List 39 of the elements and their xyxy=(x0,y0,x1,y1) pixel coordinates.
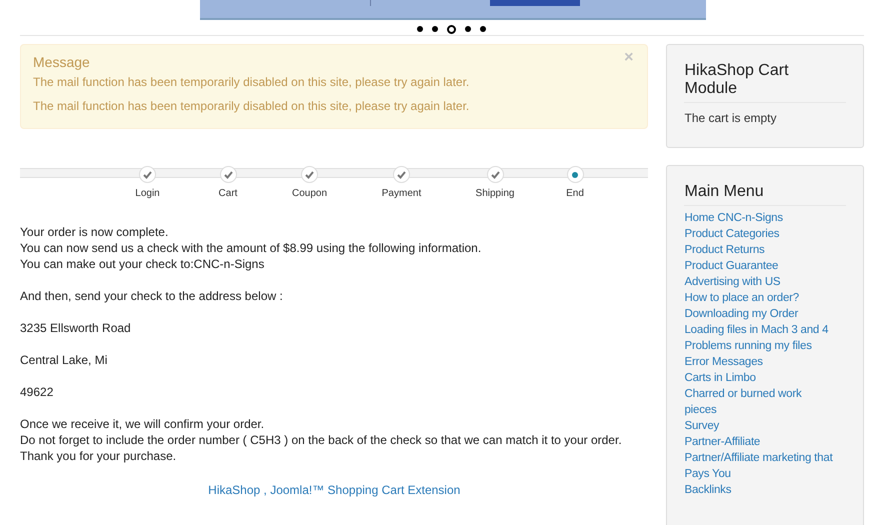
footer-link[interactable]: HikaShop , Joomla!™ Shopping Cart Extension xyxy=(208,483,460,497)
menu-link[interactable]: Product Guarantee xyxy=(684,258,834,274)
step-label: Login xyxy=(135,188,160,200)
menu-link[interactable]: Loading files in Mach 3 and 4 xyxy=(684,322,834,338)
step-label: Coupon xyxy=(292,188,328,200)
menu-link[interactable]: Advertising with US xyxy=(684,274,834,290)
step-label: Payment xyxy=(382,188,422,200)
menu-link[interactable]: Backlinks xyxy=(684,482,834,498)
order-text: 49622 xyxy=(20,384,54,400)
cart-status: The cart is empty xyxy=(684,110,778,127)
menu-link[interactable]: Error Messages xyxy=(684,354,834,370)
order-text: Thank you for your purchase. xyxy=(20,448,178,464)
menu-link[interactable]: Survey xyxy=(684,418,834,434)
message-text: The mail function has been temporarily disabled on this site, please try again later. xyxy=(33,99,470,113)
step-label: End xyxy=(566,188,584,200)
order-text: Once we receive it, we will confirm your order. xyxy=(20,416,266,432)
message-text: The mail function has been temporarily disabled on this site, please try again later. xyxy=(33,75,470,89)
order-text: And then, send your check to the address below : xyxy=(20,288,284,304)
menu-link[interactable]: Carts in Limbo xyxy=(684,370,834,386)
module-title: Main Menu xyxy=(684,182,846,206)
step-label: Shipping xyxy=(476,188,514,200)
menu-link[interactable]: Charred or burned work pieces xyxy=(684,386,834,418)
menu-link[interactable]: Product Returns xyxy=(684,242,834,258)
step-label: Cart xyxy=(218,188,238,200)
menu-link[interactable]: Downloading my Order xyxy=(684,306,834,322)
menu-link[interactable]: Problems running my files xyxy=(684,338,834,354)
order-text: Central Lake, Mi xyxy=(20,352,108,368)
menu-link[interactable]: Partner/Affiliate marketing that Pays You xyxy=(684,450,834,482)
order-text: You can now send us a check with the amount of $8.99 using the following information. xyxy=(20,240,482,256)
menu-link[interactable]: Partner-Affiliate xyxy=(684,434,834,450)
order-text: You can make out your check to:CNC-n-Signs xyxy=(20,256,266,272)
message-title: Message xyxy=(33,54,90,70)
order-text: 3235 Ellsworth Road xyxy=(20,320,132,336)
menu-link[interactable]: Product Categories xyxy=(684,226,834,242)
order-text: Your order is now complete. xyxy=(20,224,170,240)
order-text: Do not forget to include the order number ( C5H3 ) on the back of the check so that we can match it to your order. xyxy=(20,432,623,448)
module-title: HikaShop Cart Module xyxy=(684,62,846,103)
menu-link[interactable]: Home CNC-n-Signs xyxy=(684,210,834,226)
menu-link[interactable]: How to place an order? xyxy=(684,290,834,306)
